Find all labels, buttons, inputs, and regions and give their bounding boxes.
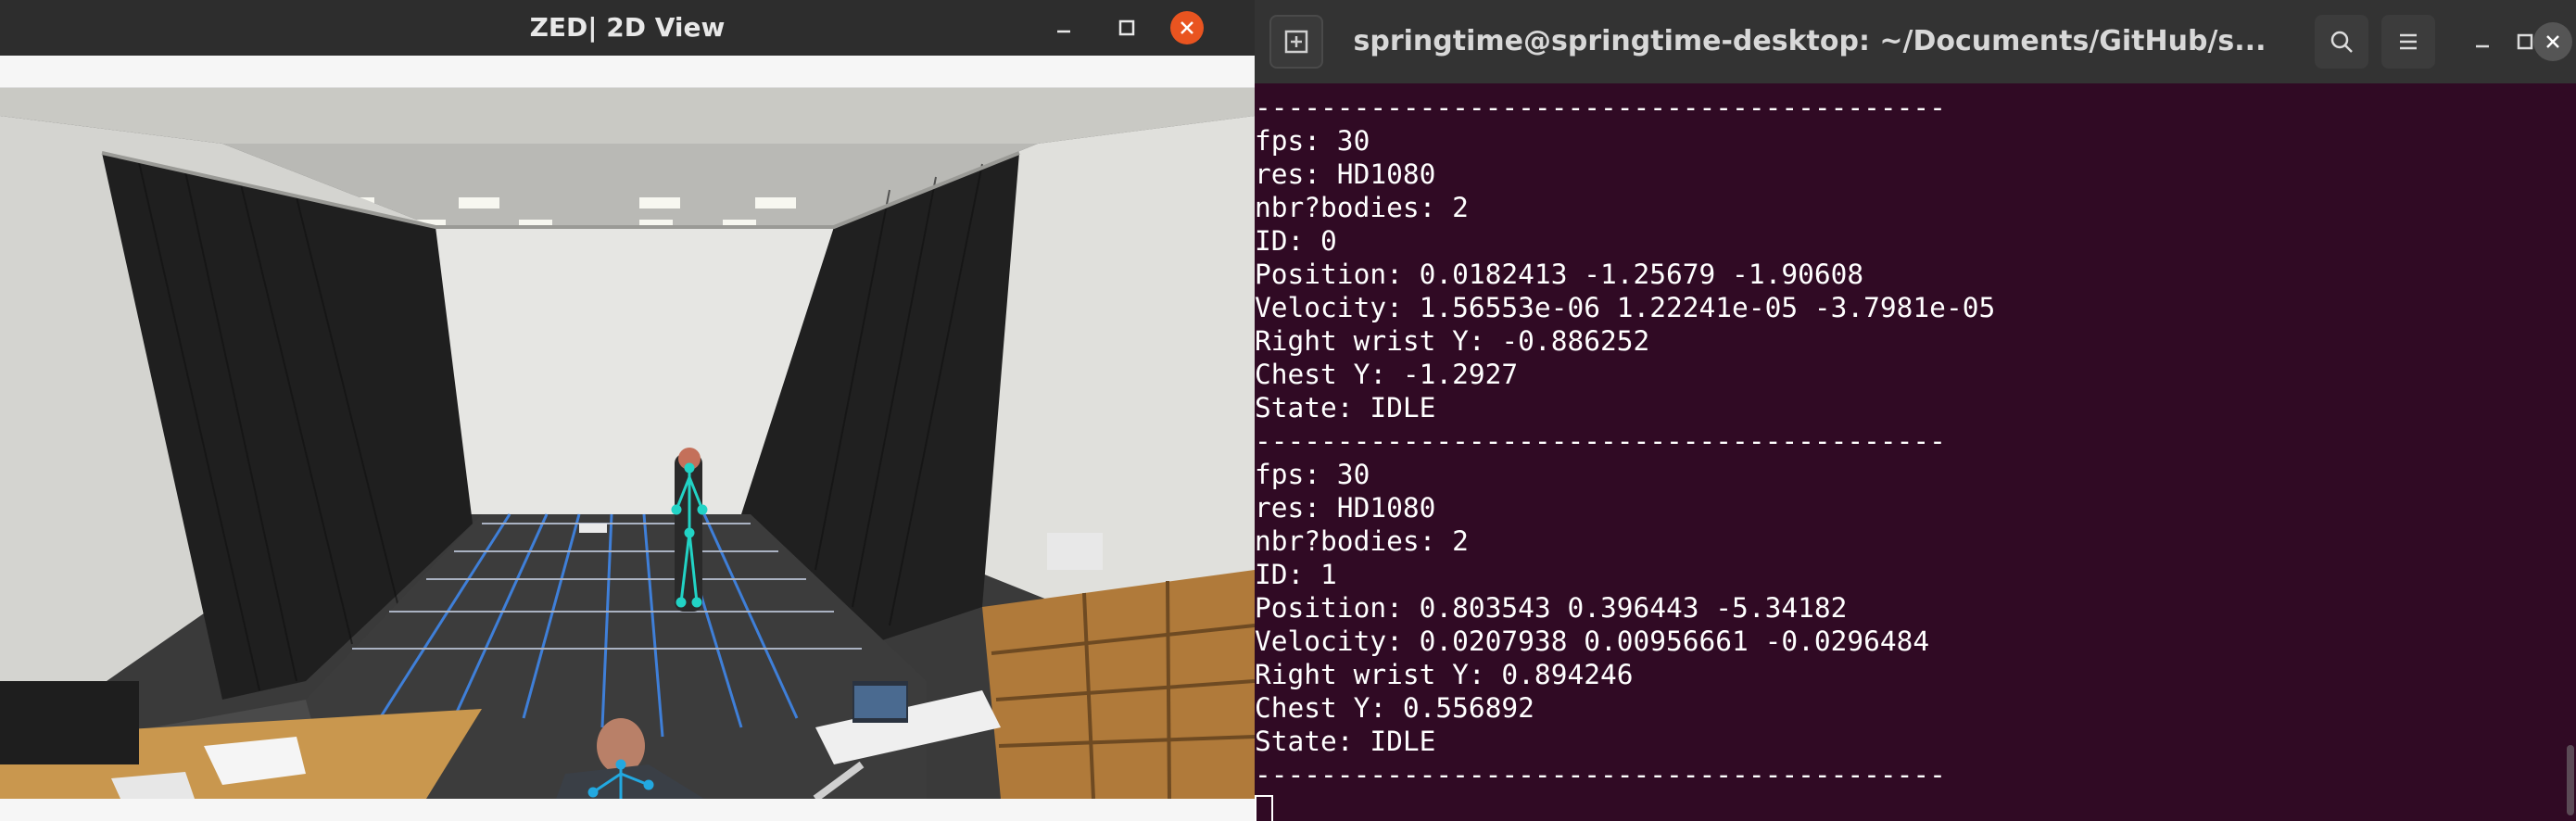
terminal-line: Velocity: 0.0207938 0.00956661 -0.029648… — [1255, 625, 1930, 657]
zed-bottom-bar — [0, 799, 1255, 821]
search-button[interactable] — [2315, 15, 2368, 69]
hamburger-menu-icon — [2400, 33, 2417, 50]
zed-toolbar — [0, 56, 1255, 88]
terminal-output[interactable]: ----------------------------------------… — [1255, 91, 2570, 821]
zed-minimize-button[interactable] — [1045, 9, 1082, 46]
camera-view — [0, 88, 1255, 799]
minimize-icon — [1057, 30, 1070, 33]
close-icon — [2546, 35, 2559, 48]
minimize-icon — [2476, 44, 2489, 48]
terminal-line: Chest Y: -1.2927 — [1255, 359, 1519, 390]
terminal-line: State: IDLE — [1255, 726, 1436, 757]
terminal-window: springtime@springtime-desktop: ~/Documen… — [1255, 0, 2576, 821]
terminal-line: Velocity: 1.56553e-06 1.22241e-05 -3.798… — [1255, 292, 1996, 323]
menu-button[interactable] — [2381, 15, 2435, 69]
terminal-line: ID: 1 — [1255, 559, 1337, 590]
terminal-line: res: HD1080 — [1255, 158, 1436, 190]
maximize-icon — [1118, 19, 1135, 36]
terminal-line: nbr?bodies: 2 — [1255, 192, 1469, 223]
terminal-line: Position: 0.803543 0.396443 -5.34182 — [1255, 592, 1848, 624]
close-icon — [1181, 21, 1193, 34]
terminal-line: ID: 0 — [1255, 225, 1337, 257]
zed-titlebar[interactable]: ZED| 2D View — [0, 0, 1255, 56]
camera-scene — [0, 88, 1255, 799]
terminal-line: ----------------------------------------… — [1255, 425, 1946, 457]
terminal-line: State: IDLE — [1255, 392, 1436, 423]
search-icon — [2330, 31, 2353, 53]
new-tab-icon — [1284, 30, 1308, 54]
ceiling — [0, 88, 1255, 144]
terminal-line: Right wrist Y: 0.894246 — [1255, 659, 1634, 690]
terminal-line: ----------------------------------------… — [1255, 92, 1946, 123]
terminal-prompt-line[interactable] — [1255, 791, 2570, 821]
terminal-close-button[interactable] — [2533, 22, 2572, 61]
zed-close-button[interactable] — [1170, 11, 1204, 44]
terminal-line: fps: 30 — [1255, 459, 1370, 490]
terminal-header[interactable]: springtime@springtime-desktop: ~/Documen… — [1255, 0, 2576, 83]
terminal-minimize-button[interactable] — [2463, 22, 2502, 61]
terminal-line: nbr?bodies: 2 — [1255, 525, 1469, 557]
terminal-line: ----------------------------------------… — [1255, 759, 1946, 790]
terminal-title: springtime@springtime-desktop: ~/Documen… — [1353, 25, 2267, 57]
zed-2d-view-window: ZED| 2D View — [0, 0, 1255, 821]
maximize-icon — [2517, 33, 2533, 50]
zed-maximize-button[interactable] — [1108, 9, 1145, 46]
terminal-line: Position: 0.0182413 -1.25679 -1.90608 — [1255, 259, 1864, 290]
terminal-line: Chest Y: 0.556892 — [1255, 692, 1534, 724]
terminal-line: Right wrist Y: -0.886252 — [1255, 325, 1650, 357]
terminal-cursor — [1255, 794, 1273, 821]
terminal-scrollbar[interactable] — [2567, 745, 2574, 815]
new-tab-button[interactable] — [1269, 15, 1323, 69]
terminal-line: res: HD1080 — [1255, 492, 1436, 524]
terminal-line: fps: 30 — [1255, 125, 1370, 157]
